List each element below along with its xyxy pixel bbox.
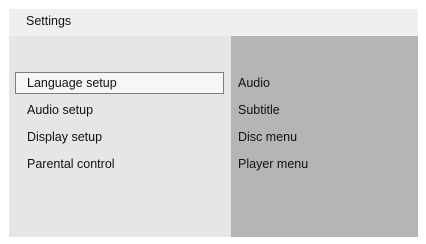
- title-bar: Settings: [9, 9, 418, 36]
- submenu-item-subtitle[interactable]: Subtitle: [238, 100, 280, 120]
- page-title: Settings: [26, 14, 72, 28]
- menu-item-parental-control[interactable]: Parental control: [15, 153, 224, 175]
- submenu-item-audio[interactable]: Audio: [238, 73, 270, 93]
- settings-screen: Settings Language setup Audio setup Disp…: [9, 9, 418, 237]
- submenu-panel: Audio Subtitle Disc menu Player menu: [231, 36, 418, 237]
- menu-item-audio-setup[interactable]: Audio setup: [15, 99, 224, 121]
- menu-item-language-setup[interactable]: Language setup: [15, 72, 224, 94]
- menu-item-display-setup[interactable]: Display setup: [15, 126, 224, 148]
- settings-menu: Language setup Audio setup Display setup…: [9, 36, 231, 237]
- submenu-item-disc-menu[interactable]: Disc menu: [238, 127, 297, 147]
- submenu-item-player-menu[interactable]: Player menu: [238, 154, 308, 174]
